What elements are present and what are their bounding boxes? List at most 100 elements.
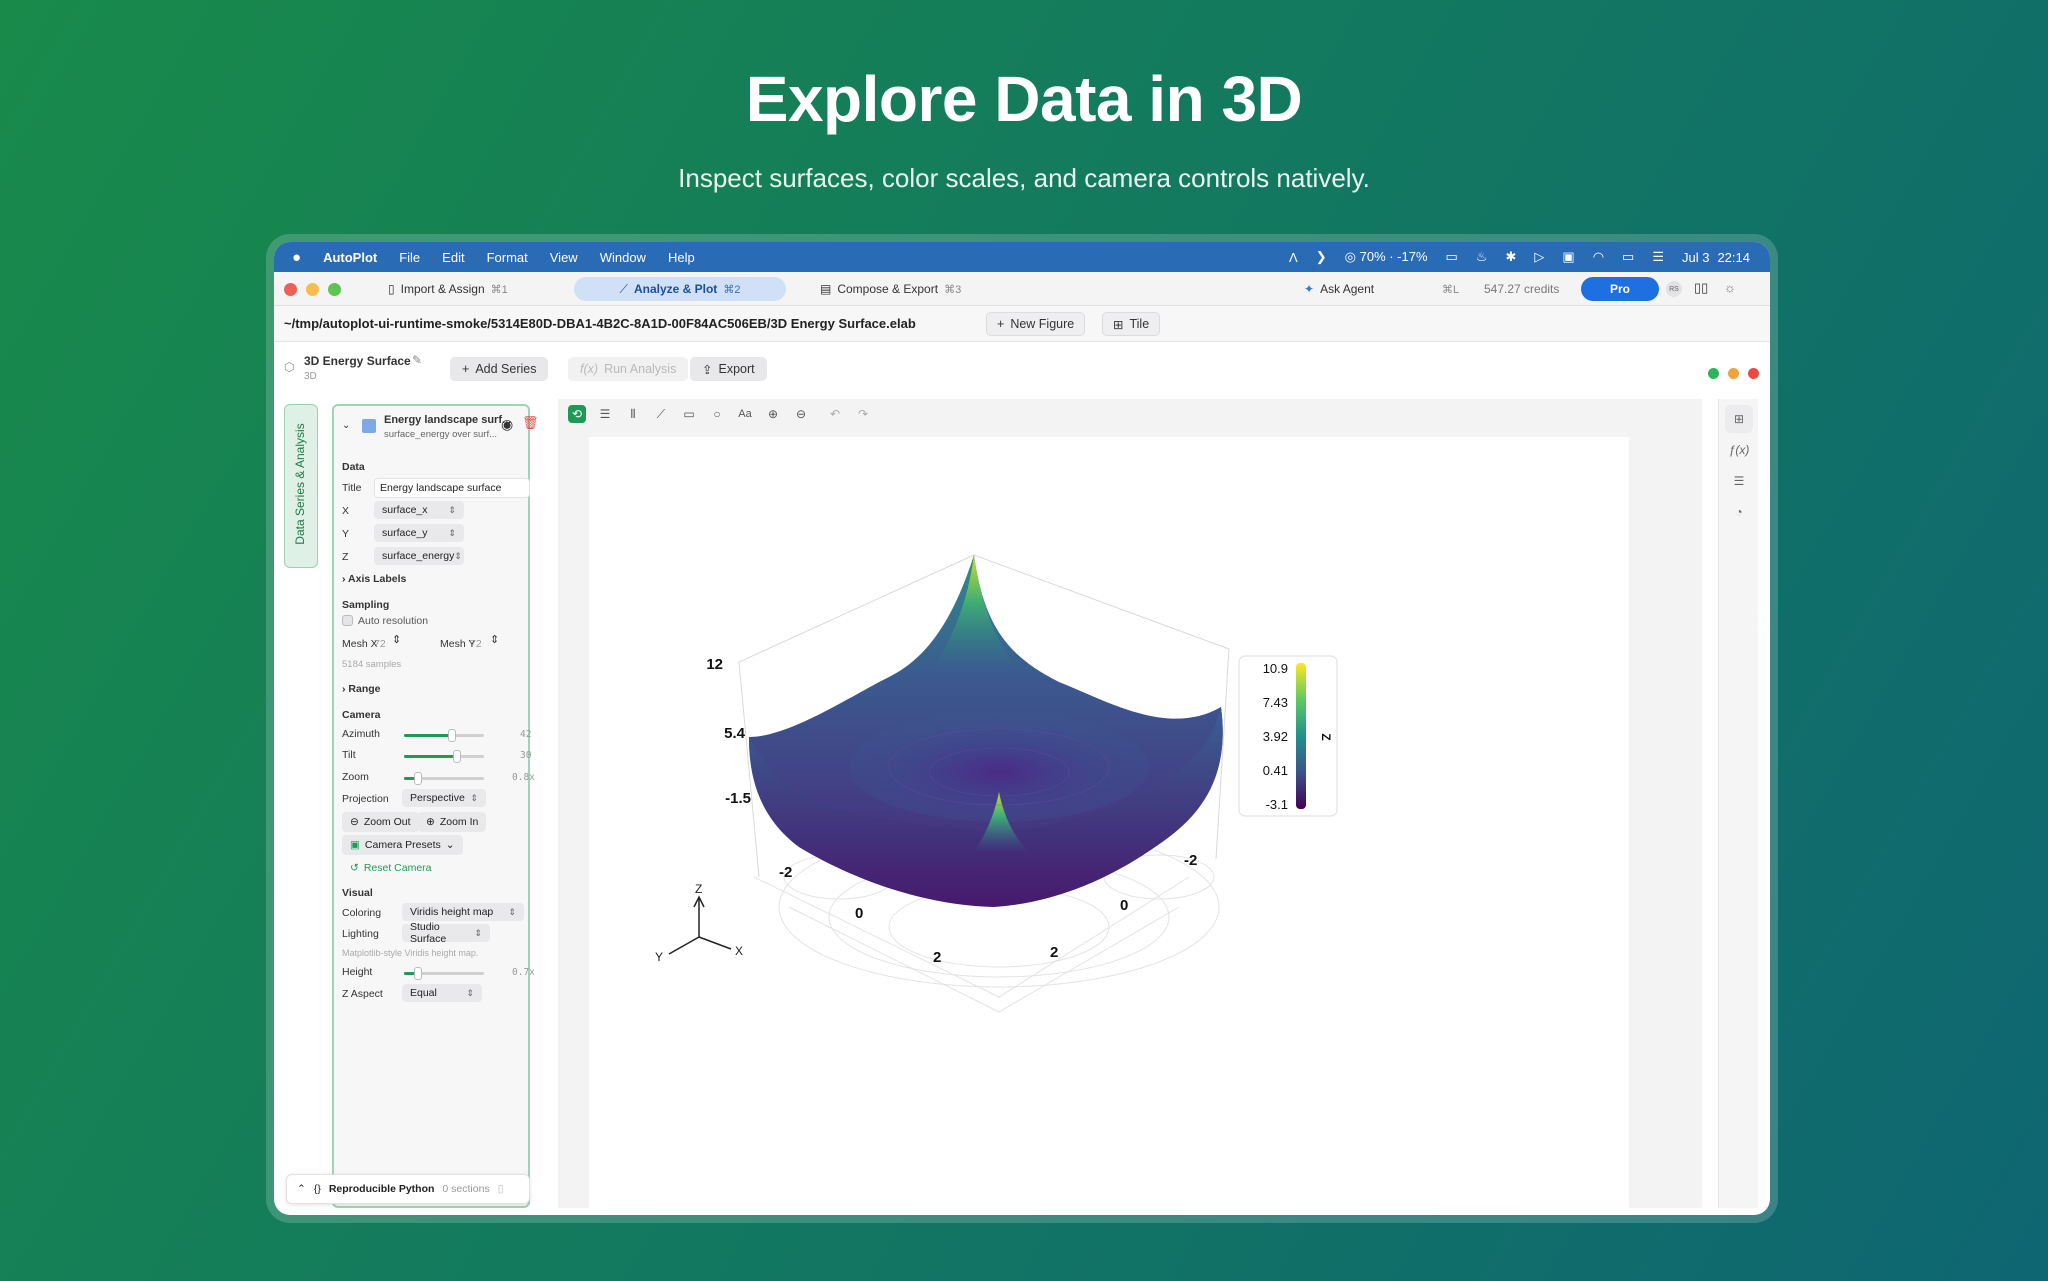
slider-thumb[interactable] [414,967,423,980]
play-icon[interactable]: ▷ [1534,249,1544,265]
apple-icon[interactable]: ● [292,249,301,266]
reset-camera-label: Reset Camera [363,862,432,874]
surface-plot[interactable]: 12 5.4 -1.5 -2 0 2 -2 0 2 Z Y X 10.9 7.4… [589,437,1629,1208]
zoom-out-button[interactable]: ⊖ Zoom Out [342,812,419,832]
menu-format[interactable]: Format [487,250,528,265]
new-figure-button[interactable]: + New Figure [986,312,1086,336]
undo-icon[interactable]: ↶ [826,405,844,423]
ask-agent-button[interactable]: ✦ Ask Agent [1290,277,1388,301]
line-tool-icon[interactable]: ⟋ [652,405,670,423]
brightness-icon[interactable]: ☼ [1724,280,1736,295]
coloring-select[interactable]: Viridis height map ⇕ [402,903,524,921]
wifi-icon[interactable]: ◠ [1593,249,1604,265]
z-select[interactable]: surface_energy ⇕ [374,547,464,565]
mesh-y-stepper[interactable]: ⇕ [490,633,499,646]
hline-tool-icon[interactable]: ☰ [596,405,614,423]
menu-window[interactable]: Window [600,250,646,265]
slider-thumb[interactable] [448,729,456,742]
control-center-icon[interactable]: ☰ [1652,249,1664,265]
edit-title-icon[interactable]: ✎ [412,353,422,367]
minimize-window-button[interactable] [306,283,319,296]
close-window-button[interactable] [284,283,297,296]
run-analysis-button[interactable]: f(x) Run Analysis [568,357,689,381]
add-series-button[interactable]: + Add Series [450,357,549,381]
tilt-slider[interactable] [404,750,484,763]
menu-time[interactable]: 22:14 [1717,250,1750,265]
tile-button[interactable]: ⊞ Tile [1102,312,1161,336]
visibility-eye-icon[interactable]: ◉ [501,416,513,433]
menu-a-icon[interactable]: Λ [1289,250,1298,265]
chevron-up-icon[interactable]: ⌃ [297,1183,306,1195]
redo-icon[interactable]: ↷ [854,405,872,423]
auto-resolution-checkbox[interactable] [342,615,353,626]
status-dot-green[interactable] [1708,368,1719,379]
display-icon[interactable]: ▭ [1446,249,1458,265]
menu-date[interactable]: Jul 3 [1682,250,1709,265]
projection-select[interactable]: Perspective ⇕ [402,789,486,807]
ellipse-tool-icon[interactable]: ○ [708,405,726,423]
zoom-in-button[interactable]: ⊕ Zoom In [418,812,487,832]
axis-labels-disclosure[interactable]: › Axis Labels [342,573,406,585]
menu-view[interactable]: View [550,250,578,265]
battery-icon[interactable]: ▭ [1622,249,1634,265]
slider-thumb[interactable] [452,750,461,763]
camera-presets-menu[interactable]: ▣ Camera Presets ⌄ [342,835,463,855]
gauge-icon[interactable]: ◔ [1725,498,1753,526]
chevron-down-icon[interactable]: ⌄ [342,420,350,431]
cpu-status[interactable]: ◎ 70% · -17% [1345,249,1428,265]
function-icon[interactable]: ƒ(x) [1725,436,1753,464]
maximize-window-button[interactable] [328,283,341,296]
text-tool-icon[interactable]: Aa [736,405,754,423]
document-title[interactable]: 3D Energy Surface [304,354,411,368]
x-select[interactable]: surface_x ⇕ [374,501,464,519]
zoom-slider[interactable] [404,772,484,785]
export-button[interactable]: ⇪ Export [690,357,767,381]
gauge-icon[interactable]: ♨ [1476,249,1488,265]
y-select[interactable]: surface_y ⇕ [374,524,464,542]
slider-thumb[interactable] [414,772,423,785]
reproducible-python-bar[interactable]: ⌃ {} Reproducible Python 0 sections ▯ [286,1174,530,1204]
menu-chevron-icon[interactable]: ❯ [1316,249,1327,265]
bluetooth-icon[interactable]: ✱ [1505,249,1516,265]
sliders-icon[interactable]: ☰ [1725,467,1753,495]
delete-trash-icon[interactable]: 🗑 [522,415,539,431]
menu-app-name[interactable]: AutoPlot [323,250,377,265]
menu-help[interactable]: Help [668,250,695,265]
z-aspect-select[interactable]: Equal ⇕ [402,984,482,1002]
zoom-out-tool-icon[interactable]: ⊖ [792,405,810,423]
avatar[interactable]: RS [1666,281,1682,297]
y-tick: 0 [1120,897,1128,914]
rotate-tool-icon[interactable]: ⟲ [568,405,586,423]
range-disclosure[interactable]: › Range [342,683,381,695]
height-slider[interactable] [404,967,484,980]
camera-presets-label: Camera Presets [364,839,441,851]
zoom-in-tool-icon[interactable]: ⊕ [764,405,782,423]
status-dot-orange[interactable] [1728,368,1739,379]
reset-camera-button[interactable]: ↺ Reset Camera [342,858,440,878]
status-dot-red[interactable] [1748,368,1759,379]
mesh-x-value[interactable]: 72 [374,638,386,650]
copy-icon[interactable]: ▯ [498,1183,504,1195]
rect-tool-icon[interactable]: ▭ [680,405,698,423]
pro-button[interactable]: Pro [1581,277,1659,301]
updown-icon: ⇕ [448,527,456,538]
mesh-x-stepper[interactable]: ⇕ [392,633,401,646]
data-series-tab[interactable]: Data Series & Analysis [284,404,318,568]
menu-file[interactable]: File [399,250,420,265]
table-icon[interactable]: ⊞ [1725,405,1753,433]
z-tick: 5.4 [724,725,746,742]
plot-area[interactable]: 12 5.4 -1.5 -2 0 2 -2 0 2 Z Y X 10.9 7.4… [589,437,1629,1208]
azimuth-slider[interactable] [404,729,484,742]
tab-import-assign[interactable]: ▯ Import & Assign ⌘1 [374,277,522,301]
vline-tool-icon[interactable]: ⦀ [624,405,642,423]
axis-triad [668,895,732,955]
mesh-y-value[interactable]: 72 [470,638,482,650]
clipboard-icon[interactable]: ▣ [1562,249,1574,265]
tab-analyze-plot[interactable]: ⟋ Analyze & Plot ⌘2 [574,277,786,301]
menu-edit[interactable]: Edit [442,250,464,265]
title-input[interactable]: Energy landscape surface [374,478,530,498]
series-name[interactable]: Energy landscape surf... [384,414,511,426]
tab-compose-export[interactable]: ▤ Compose & Export ⌘3 [806,277,975,301]
book-icon[interactable]: ▯▯ [1694,280,1708,296]
lighting-select[interactable]: Studio Surface ⇕ [402,921,490,945]
